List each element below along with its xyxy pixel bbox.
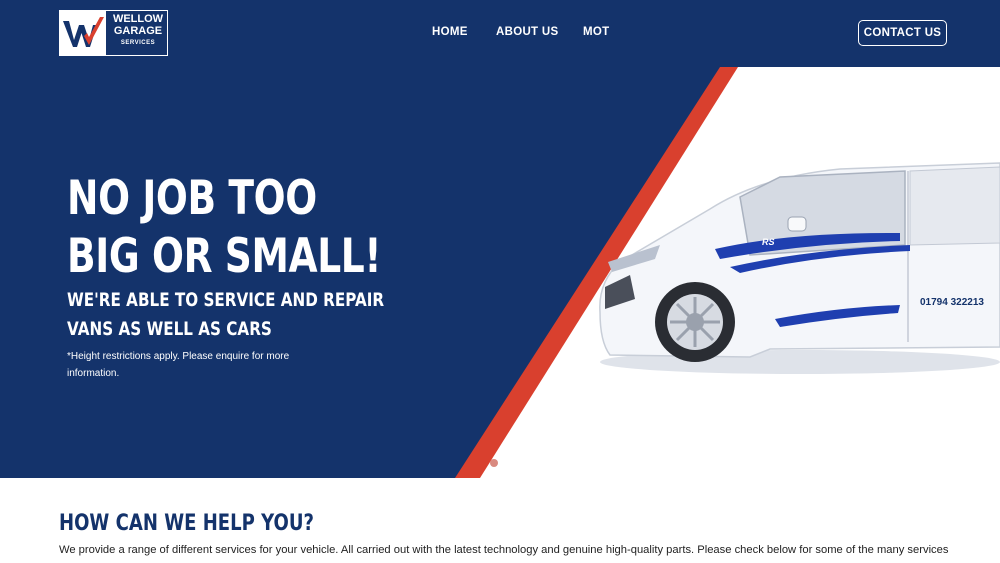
hero-headline-line-1: NO JOB TOO [67,171,317,226]
nav-mot-link[interactable]: MOT [583,26,609,38]
logo-line-wellow: WELLOW [112,13,164,25]
hero-slider: RS 01794 322213 NO JOB TOO BIG OR SMALL!… [0,67,1000,478]
logo-wordmark: WELLOW GARAGE SERVICES [110,13,166,47]
hero-headline: NO JOB TOO BIG OR SMALL! [67,170,381,286]
wellow-logo-mark-icon [60,11,106,55]
slider-dot-2-active[interactable] [509,459,517,467]
height-restriction-note: *Height restrictions apply. Please enqui… [67,351,290,379]
slider-dot-1[interactable] [490,459,498,467]
hero-subheadline-line-1: WE'RE ABLE TO SERVICE AND REPAIR [67,289,385,311]
van-image: RS 01794 322213 [599,162,1000,374]
van-phone-number: 01794 322213 [920,297,984,308]
logo-line-services: SERVICES [120,40,156,46]
help-section-intro: We provide a range of different services… [59,544,949,556]
nav-home-link[interactable]: HOME [432,26,468,38]
wellow-garage-logo[interactable]: WELLOW GARAGE SERVICES [59,10,168,56]
hero-subheadline: WE'RE ABLE TO SERVICE AND REPAIR VANS AS… [67,286,384,344]
contact-us-button[interactable]: CONTACT US [858,20,947,46]
hero-headline-line-2: BIG OR SMALL! [67,229,382,284]
hero-subheadline-line-2: VANS AS WELL AS CARS [67,318,272,340]
help-section-title: HOW CAN WE HELP YOU? [59,511,314,536]
logo-line-garage: GARAGE [113,25,163,37]
van-badge-text: RS [762,237,775,247]
site-header: WELLOW GARAGE SERVICES HOME ABOUT US MOT… [0,0,1000,67]
nav-about-us-link[interactable]: ABOUT US [496,26,558,38]
